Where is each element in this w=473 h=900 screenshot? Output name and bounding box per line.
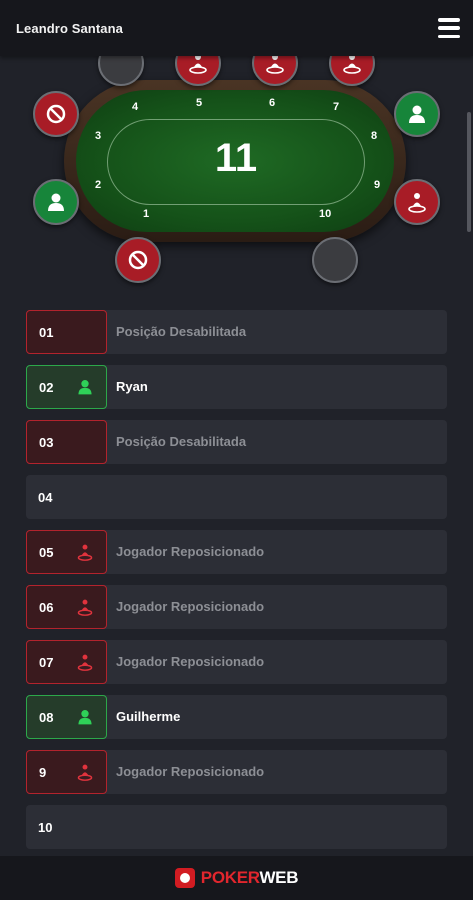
position-row-10[interactable]: 10 [26,805,447,849]
position-number: 04 [38,489,53,505]
position-status: Jogador Reposicionado [116,599,265,614]
player-name: Ryan [116,379,148,394]
scrollbar[interactable] [467,112,471,232]
repositioned-player-icon [74,596,96,618]
repositioned-player-icon [74,761,96,783]
position-row-03[interactable]: 03 Posição Desabilitada [26,420,447,464]
position-status: Posição Desabilitada [116,324,247,339]
seat-number-10: 10 [319,208,332,220]
seat-number-2: 2 [94,179,102,191]
position-row-02[interactable]: 02 Ryan [26,365,447,409]
seat-number-1: 1 [142,208,150,220]
position-number-box: 01 [26,310,107,354]
position-row-08[interactable]: 08 Guilherme [26,695,447,739]
position-number: 02 [39,379,54,395]
seat-left-lower[interactable] [33,179,79,225]
seat-number-5: 5 [195,97,203,109]
repositioned-player-icon [74,541,96,563]
brand-logo-icon [174,868,195,888]
position-number-box: 04 [26,475,107,519]
seat-number-9: 9 [373,179,381,191]
seat-left-upper[interactable] [33,91,79,137]
seat-number-6: 6 [268,97,276,109]
seat-bottom-right[interactable] [312,237,358,283]
brand-logo: POKERWEB [174,868,299,888]
player-icon [74,376,96,398]
position-number: 10 [38,819,53,835]
player-name: Guilherme [116,709,181,724]
table-number: 11 [214,136,258,180]
position-row-9[interactable]: 9 Jogador Reposicionado [26,750,447,794]
position-number-box: 10 [26,805,107,849]
position-status: Jogador Reposicionado [116,654,265,669]
player-icon [48,193,64,211]
app-footer: POKERWEB [0,856,473,900]
position-status: Jogador Reposicionado [116,544,265,559]
position-number: 07 [39,654,54,670]
player-icon [74,706,96,728]
seat-number-3: 3 [94,130,102,142]
repositioned-player-icon [266,56,284,74]
seat-number-7: 7 [332,101,340,113]
app-header: Leandro Santana [0,0,473,56]
repositioned-player-icon [74,651,96,673]
poker-table-area: 11 1 2 3 4 5 6 7 8 9 10 [0,56,473,296]
position-number: 9 [39,764,47,780]
brand-name: POKERWEB [200,868,299,887]
position-number: 03 [39,434,54,450]
disabled-icon [46,104,66,124]
disabled-icon [128,250,148,270]
repositioned-player-icon [189,56,207,74]
seat-number-4: 4 [131,101,139,113]
position-row-01[interactable]: 01 Posição Desabilitada [26,310,447,354]
user-name: Leandro Santana [16,20,123,36]
seat-right-lower[interactable] [394,179,440,225]
repositioned-player-icon [408,193,426,213]
position-number: 08 [39,709,54,725]
seat-right-upper[interactable] [394,91,440,137]
position-number: 05 [39,544,54,560]
repositioned-player-icon [343,56,361,74]
position-row-06[interactable]: 06 Jogador Reposicionado [26,585,447,629]
position-number: 06 [39,599,54,615]
position-status: Posição Desabilitada [116,434,247,449]
player-icon [409,105,425,123]
seat-bottom-left[interactable] [115,237,161,283]
seat-number-8: 8 [370,130,378,142]
position-status: Jogador Reposicionado [116,764,265,779]
position-row-05[interactable]: 05 Jogador Reposicionado [26,530,447,574]
hamburger-menu-icon[interactable] [438,18,460,38]
position-row-07[interactable]: 07 Jogador Reposicionado [26,640,447,684]
position-row-04[interactable]: 04 [26,475,447,519]
position-number: 01 [39,324,54,340]
position-number-box: 03 [26,420,107,464]
